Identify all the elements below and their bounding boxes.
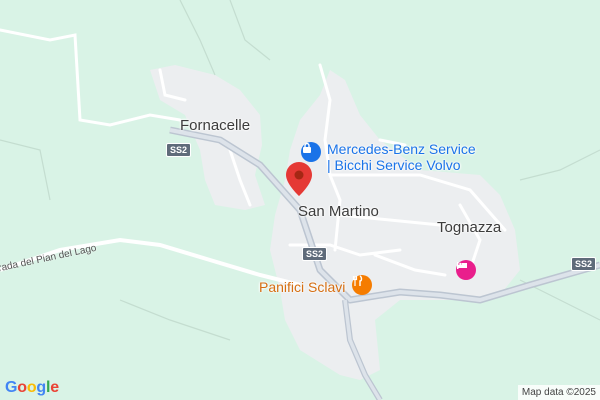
location-pin-icon[interactable] bbox=[286, 162, 312, 196]
place-label-fornacelle[interactable]: Fornacelle bbox=[180, 117, 250, 134]
bed-icon bbox=[457, 262, 467, 269]
poi-label-mercedes-line1[interactable]: Mercedes-Benz Service bbox=[327, 141, 476, 157]
map-base bbox=[0, 0, 600, 400]
path-trail bbox=[229, 0, 271, 61]
place-label-san-martino[interactable]: San Martino bbox=[298, 203, 379, 220]
ss2-shield: SS2 bbox=[302, 247, 328, 261]
ss2-shield: SS2 bbox=[166, 143, 192, 157]
place-label-tognazza[interactable]: Tognazza bbox=[437, 219, 501, 236]
poi-label-panifici[interactable]: Panifici Sclavi bbox=[259, 279, 345, 295]
path-trail bbox=[119, 299, 231, 341]
ss2-shield: SS2 bbox=[571, 257, 597, 271]
hotel-icon[interactable] bbox=[456, 260, 476, 280]
path-trail bbox=[519, 149, 600, 181]
poi-label-mercedes-line2[interactable]: | Bicchi Service Volvo bbox=[327, 157, 461, 173]
map-attribution[interactable]: Map data ©2025 bbox=[517, 385, 600, 400]
path-trail bbox=[0, 139, 51, 201]
path-trail bbox=[179, 0, 216, 76]
google-logo: Google bbox=[5, 379, 59, 396]
map-canvas[interactable]: Fornacelle San Martino Tognazza Strada d… bbox=[0, 0, 600, 400]
car-service-icon[interactable] bbox=[301, 142, 321, 162]
fork-knife-icon bbox=[352, 275, 363, 286]
lock-icon bbox=[303, 142, 311, 153]
restaurant-icon[interactable] bbox=[352, 275, 372, 295]
